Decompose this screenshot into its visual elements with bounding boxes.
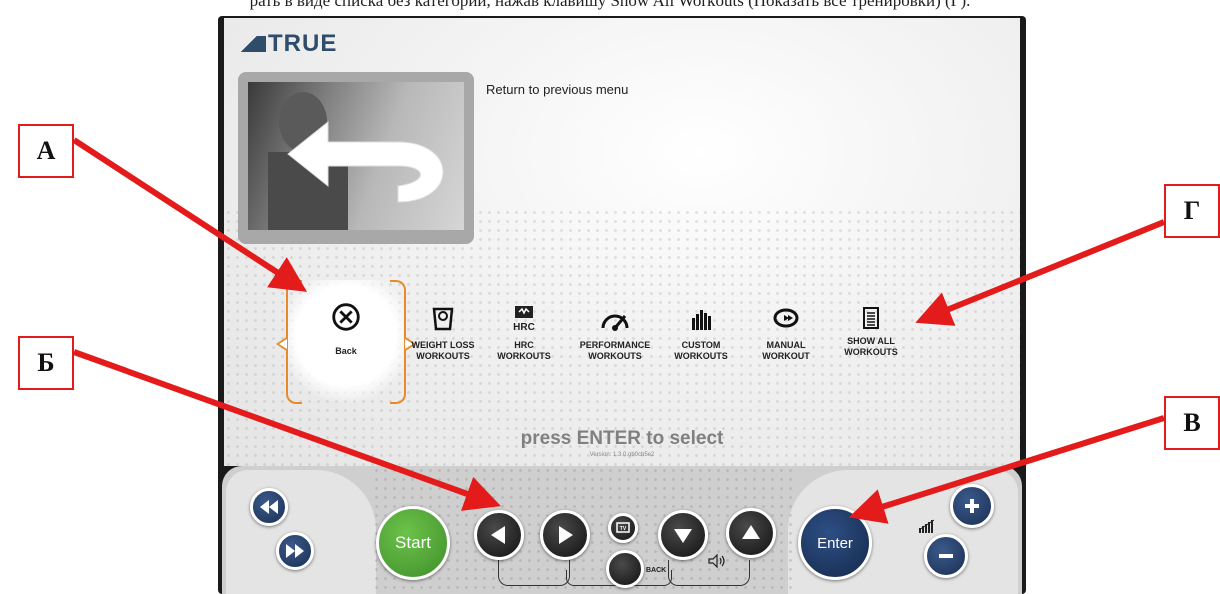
plus-button[interactable]: [950, 484, 994, 528]
bar-profile-icon: [692, 310, 711, 330]
callout-b: Б: [18, 336, 74, 390]
back-arrow-icon: [268, 92, 444, 230]
hrc-icon: HRC: [513, 306, 535, 333]
gauge-icon: [601, 314, 629, 331]
menu-label: HRC WORKOUTS: [497, 340, 551, 361]
down-arrow-button[interactable]: [658, 510, 708, 560]
press-enter-hint: press ENTER to select: [520, 428, 724, 449]
incline-icon: [918, 519, 935, 533]
menu-label: PERFORMANCE WORKOUTS: [579, 340, 651, 361]
left-arrow-button[interactable]: [474, 510, 524, 560]
enter-button[interactable]: Enter: [798, 506, 872, 580]
menu-label: CUSTOM WORKOUTS: [674, 340, 728, 361]
workout-menu: Back WEIGHT LOSS WORKOUTS HRC HRC WORKOU…: [276, 280, 964, 410]
preview-frame: [238, 72, 474, 244]
menu-label: MANUAL WORKOUT: [762, 340, 810, 361]
list-document-icon: [863, 307, 879, 329]
back-button[interactable]: [606, 550, 644, 588]
menu-item-performance[interactable]: PERFORMANCE WORKOUTS: [568, 302, 662, 362]
plus-icon: [965, 499, 979, 513]
rewind-button[interactable]: [250, 488, 288, 526]
menu-item-custom[interactable]: CUSTOM WORKOUTS: [654, 302, 748, 362]
callout-v: В: [1164, 396, 1220, 450]
menu-label: WEIGHT LOSS WORKOUTS: [411, 340, 475, 361]
logo-mark-icon: [240, 36, 266, 52]
touch-screen: TRUE Return to previous menu Back WEIGHT…: [224, 18, 1020, 466]
volume-icon: [708, 554, 725, 568]
back-group-bracket-left: [498, 560, 570, 586]
up-arrow-button[interactable]: [726, 508, 776, 558]
callout-g: Г: [1164, 184, 1220, 238]
menu-item-manual[interactable]: MANUAL WORKOUT: [739, 302, 833, 362]
triangle-right-icon: [559, 526, 573, 544]
selection-bracket-left: [276, 280, 302, 404]
preview-caption: Return to previous menu: [486, 82, 629, 97]
triangle-down-icon: [674, 529, 692, 543]
right-arrow-button[interactable]: [540, 510, 590, 560]
preview-image: [248, 82, 464, 230]
callout-a: А: [18, 124, 74, 178]
brand-logo: TRUE: [240, 30, 337, 58]
menu-item-hrc[interactable]: HRC HRC WORKOUTS: [477, 302, 571, 362]
svg-text:TV: TV: [620, 526, 627, 532]
back-label: BACK: [646, 567, 667, 574]
version-label: Version: 1.3.0.gb0cb5e2: [589, 452, 655, 458]
rewind-icon: [260, 500, 278, 514]
svg-text:HRC: HRC: [513, 322, 535, 333]
menu-label: Back: [335, 346, 357, 356]
minus-button[interactable]: [924, 534, 968, 578]
start-button[interactable]: Start: [376, 506, 450, 580]
tv-button[interactable]: TV: [608, 513, 638, 543]
document-caption: рать в виде списка без категории, нажав …: [249, 0, 971, 10]
tv-icon: TV: [616, 522, 630, 533]
menu-label: SHOW ALL WORKOUTS: [844, 336, 898, 357]
manual-loop-icon: [773, 308, 799, 328]
fast-forward-icon: [286, 544, 304, 558]
menu-item-show-all[interactable]: SHOW ALL WORKOUTS: [824, 302, 918, 358]
fast-forward-button[interactable]: [276, 532, 314, 570]
close-circle-icon: [332, 303, 360, 331]
minus-icon: [939, 554, 953, 558]
menu-item-weight-loss[interactable]: WEIGHT LOSS WORKOUTS: [396, 302, 490, 362]
triangle-up-icon: [742, 525, 760, 539]
triangle-left-icon: [491, 526, 505, 544]
menu-item-back[interactable]: Back: [276, 280, 416, 404]
scale-icon: [432, 307, 454, 331]
